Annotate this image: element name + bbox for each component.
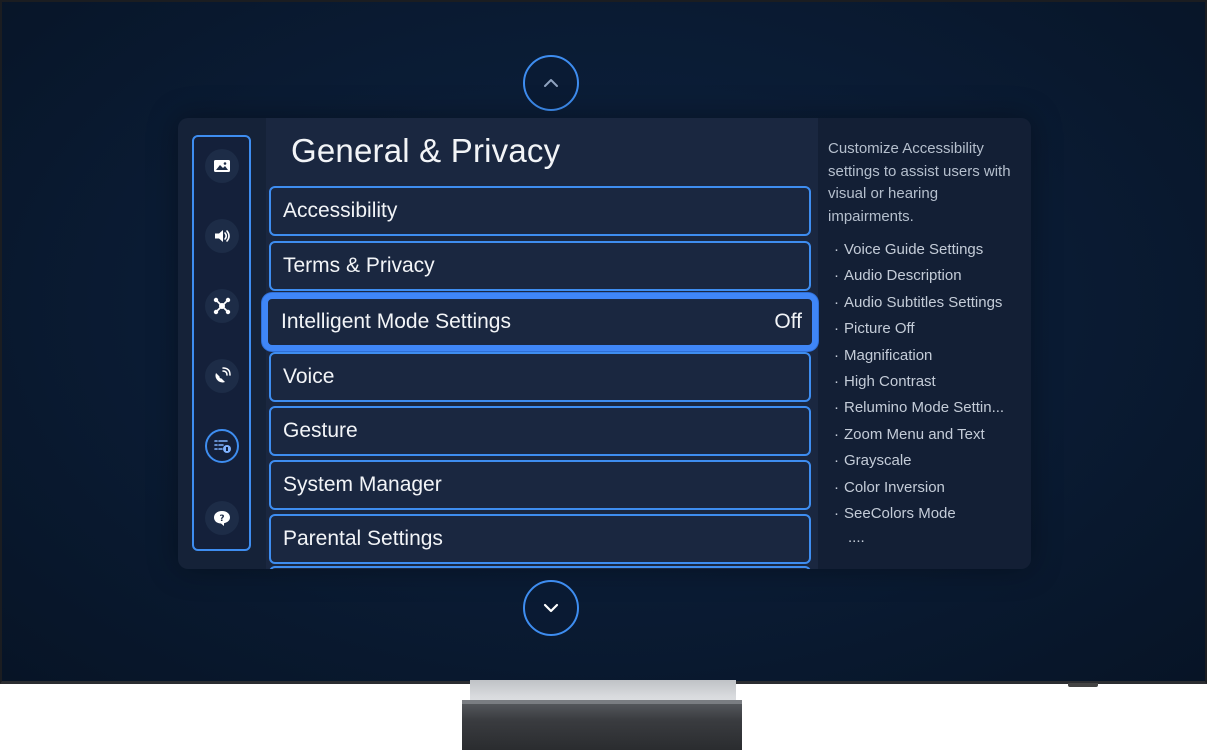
tv-control-button [1068, 683, 1098, 687]
sidebar-item-support[interactable] [205, 359, 239, 393]
menu-item-label: Intelligent Mode Settings [281, 310, 511, 333]
speaker-icon [215, 230, 230, 242]
satellite-dish-icon [215, 367, 231, 383]
list-item: · Relumino Mode Settin... [834, 399, 1005, 417]
menu-item-label: Parental Settings [283, 527, 443, 550]
category-sidebar: ? [192, 135, 251, 551]
tv-screen: ? General & Privacy Accessibility Terms … [0, 0, 1207, 684]
description-panel: Customize Accessibility settings to assi… [818, 118, 1031, 569]
list-item: · Magnification [834, 346, 933, 364]
menu-item-label: Accessibility [283, 199, 398, 222]
list-item: · Voice Guide Settings [834, 241, 984, 258]
settings-list-icon [214, 440, 231, 453]
scroll-up-button[interactable] [523, 55, 579, 111]
connected-devices-icon [213, 297, 231, 315]
list-item: · SeeColors Mode [834, 505, 956, 523]
sidebar-item-picture[interactable] [205, 149, 239, 183]
menu-item-parental-settings[interactable]: Parental Settings [269, 514, 811, 564]
picture-icon [214, 160, 230, 172]
sidebar-item-connection[interactable] [205, 289, 239, 323]
list-item: · Color Inversion [834, 478, 945, 496]
menu-item-system-manager[interactable]: System Manager [269, 460, 811, 510]
more-indicator: .... [848, 529, 865, 547]
menu-item-accessibility[interactable]: Accessibility [269, 186, 811, 236]
description-text: Customize Accessibility settings to assi… [828, 140, 1011, 225]
list-item: · Picture Off [834, 320, 915, 338]
menu-column: General & Privacy Accessibility Terms & … [262, 118, 818, 569]
list-item: · Audio Subtitles Settings [834, 293, 1003, 311]
menu-item-label: System Manager [283, 473, 442, 496]
sidebar-item-general-privacy[interactable] [205, 429, 239, 463]
list-item: · Zoom Menu and Text [834, 425, 985, 443]
list-item: · High Contrast [834, 373, 936, 391]
menu-item-label: Voice [283, 365, 335, 388]
menu-item-terms-privacy[interactable]: Terms & Privacy [269, 241, 811, 291]
menu-item-label: Terms & Privacy [283, 254, 435, 277]
list-item: · Grayscale [834, 452, 912, 470]
sidebar-item-help[interactable]: ? [205, 501, 239, 535]
tv-stand-base [462, 700, 742, 750]
menu-item-label: Gesture [283, 419, 358, 442]
menu-item-gesture[interactable]: Gesture [269, 406, 811, 456]
chevron-up-icon [544, 79, 558, 87]
svg-text:?: ? [219, 514, 224, 524]
list-item: · Audio Description [834, 267, 962, 285]
sidebar-item-sound[interactable] [205, 219, 239, 253]
menu-item-partial [269, 566, 811, 569]
menu-item-intelligent-mode[interactable]: Intelligent Mode Settings Off [262, 293, 818, 351]
settings-panel: ? General & Privacy Accessibility Terms … [178, 118, 1031, 569]
page-title: General & Privacy [291, 132, 561, 169]
feature-list: · Voice Guide Settings · Audio Description… [828, 237, 1031, 527]
chevron-down-icon [543, 603, 559, 613]
menu-item-voice[interactable]: Voice [269, 352, 811, 402]
help-bubble-icon: ? [214, 511, 230, 526]
scroll-down-button[interactable] [523, 580, 579, 636]
menu-item-value: Off [774, 310, 802, 333]
